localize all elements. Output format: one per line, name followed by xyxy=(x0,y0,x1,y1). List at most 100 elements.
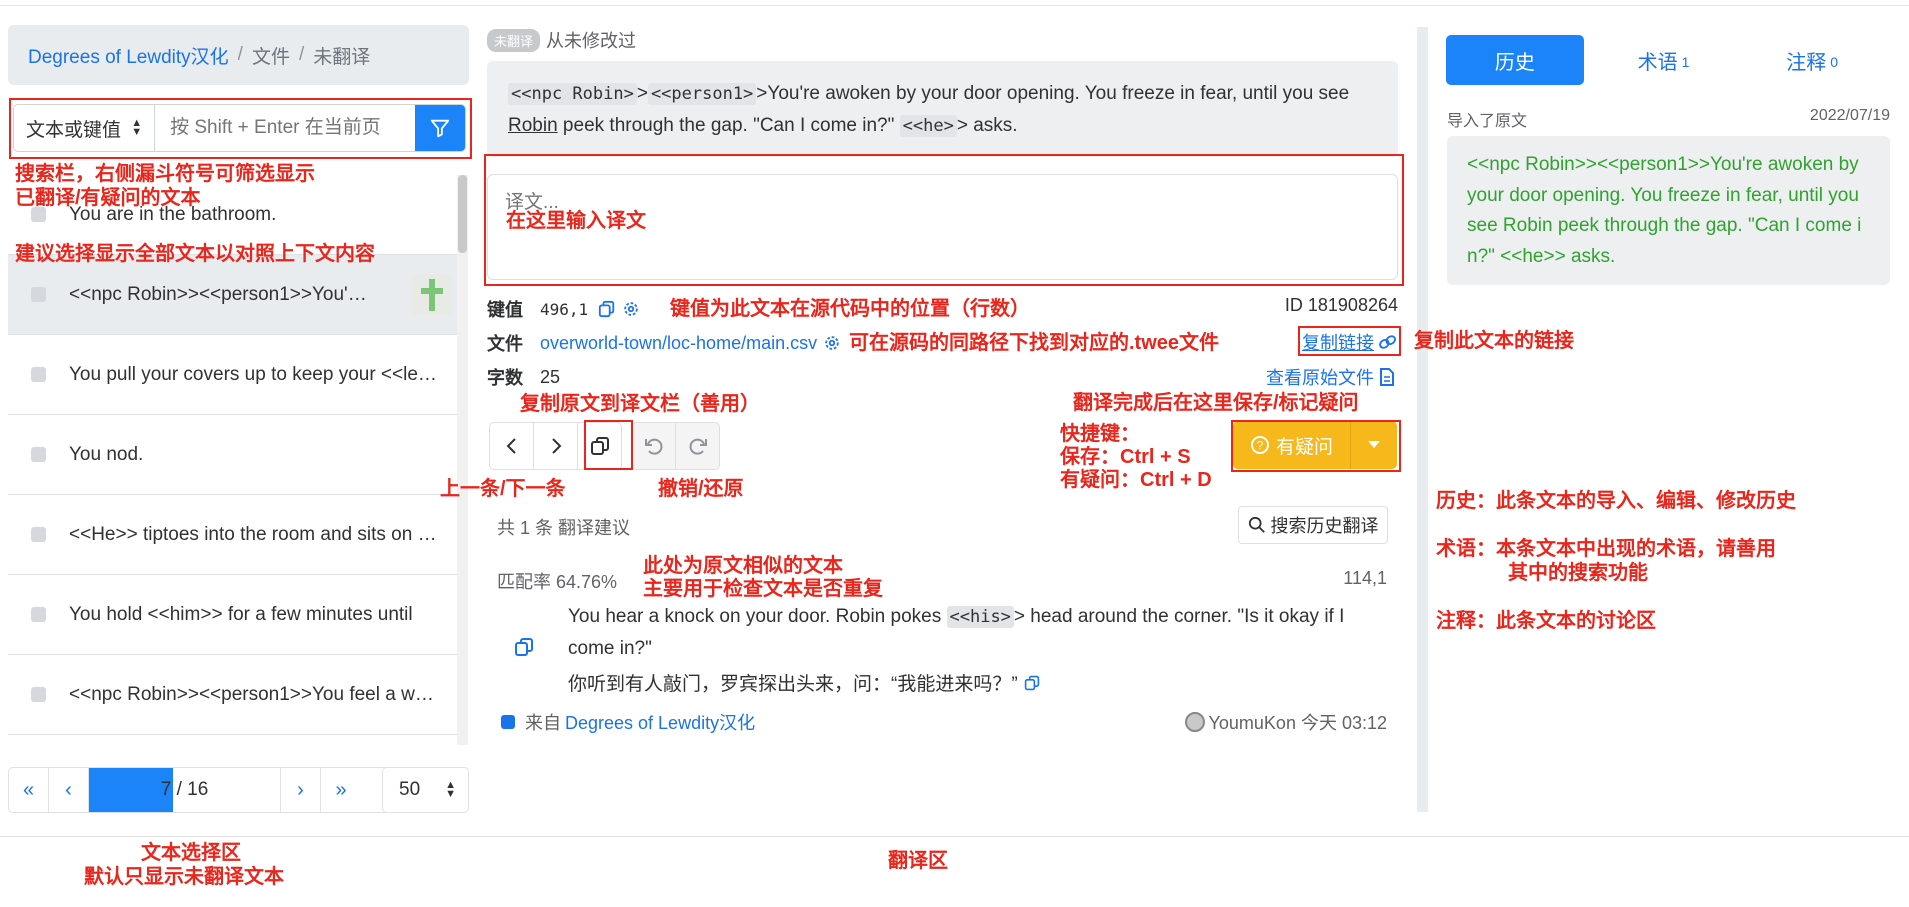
bottom-border xyxy=(0,836,1909,837)
history-header: 导入了原文 2022/07/19 xyxy=(1447,107,1890,131)
annotation-history-tip: 历史：此条文本的导入、编辑、修改历史 xyxy=(1436,490,1796,512)
annotation-box-copy xyxy=(584,420,633,470)
list-item[interactable]: You hold <<him>> for a few minutes until xyxy=(8,575,458,655)
item-checkbox[interactable] xyxy=(31,367,46,382)
document-icon xyxy=(1380,368,1394,386)
source-fragment: peek through the gap. "Can I come in?" xyxy=(557,115,900,136)
list-item[interactable]: <<He>> tiptoes into the room and sits on… xyxy=(8,495,458,575)
suggestion-source-text: You hear a knock on your door. Robin pok… xyxy=(568,601,1390,664)
list-item[interactable]: You nod. xyxy=(8,415,458,495)
copy-icon[interactable] xyxy=(598,300,616,318)
suggestion-fragment: You hear a knock on your door. Robin pok… xyxy=(568,606,947,627)
page-input[interactable]: 7 / 16 xyxy=(89,768,281,812)
match-position: 114,1 xyxy=(1343,568,1387,588)
list-item-text: You pull your covers up to keep your <<l… xyxy=(69,363,439,385)
search-icon xyxy=(1248,516,1265,533)
next-page-button[interactable]: › xyxy=(281,768,321,812)
breadcrumb-current: 未翻译 xyxy=(313,46,371,68)
item-checkbox[interactable] xyxy=(31,207,46,222)
top-border xyxy=(0,0,1909,6)
plus-icon xyxy=(421,279,443,311)
annotation-link-tip: 复制此文本的链接 xyxy=(1414,330,1574,352)
gear-icon[interactable] xyxy=(823,334,841,352)
annotation-nav-tip: 上一条/下一条 xyxy=(440,478,566,500)
history-action: 导入了原文 xyxy=(1447,113,1528,130)
annotation-box-question xyxy=(1231,420,1401,472)
annotation-shortcut-2: 保存：Ctrl + S xyxy=(1060,446,1191,468)
suggestion-tag: <<his> xyxy=(946,606,1014,628)
first-page-button[interactable]: « xyxy=(9,768,49,812)
translation-status: 未翻译 从未修改过 xyxy=(487,27,636,53)
count-row: 字数 25 xyxy=(487,362,560,392)
copy-icon xyxy=(515,638,533,656)
item-checkbox[interactable] xyxy=(31,687,46,702)
breadcrumb-separator: / xyxy=(298,44,305,65)
file-path-link[interactable]: overworld-town/loc-home/main.csv xyxy=(540,333,817,354)
annotation-shortcut-1: 快捷键： xyxy=(1060,423,1140,445)
next-entry-button[interactable] xyxy=(533,422,578,470)
item-checkbox[interactable] xyxy=(31,287,46,302)
annotation-list-tip: 建议选择显示全部文本以对照上下文内容 xyxy=(15,243,375,265)
item-checkbox[interactable] xyxy=(31,527,46,542)
list-item-selected[interactable]: <<npc Robin>><<person1>>You're awoken xyxy=(8,255,458,335)
suggestion-translation-text: 你听到有人敲门，罗宾探出头来，问：“我能进来吗？” xyxy=(568,674,1018,695)
prev-page-button[interactable]: ‹ xyxy=(49,768,89,812)
tab-comments[interactable]: 注释 0 xyxy=(1743,35,1881,85)
term-link[interactable]: Robin xyxy=(508,115,558,136)
count-label: 字数 xyxy=(487,368,523,388)
source-fragment: > xyxy=(636,83,648,104)
project-icon xyxy=(501,715,515,729)
annotation-term-tip-2: 其中的搜索功能 xyxy=(1508,562,1648,584)
annotation-box-search xyxy=(9,98,472,159)
annotation-left-area-1: 文本选择区 xyxy=(141,842,241,864)
panel-divider[interactable] xyxy=(1417,27,1428,812)
undo-button[interactable] xyxy=(631,422,676,470)
last-page-button[interactable]: » xyxy=(321,768,361,812)
side-tabs: 历史 术语 1 注释 0 xyxy=(1446,35,1892,85)
chevron-left-icon xyxy=(506,438,516,454)
file-label: 文件 xyxy=(487,334,523,354)
page-display: 7 / 16 xyxy=(160,779,209,800)
annotation-copy-tip: 复制原文到译文栏（善用） xyxy=(520,393,760,415)
list-item-text: <<npc Robin>><<person1>>You're awoken xyxy=(69,283,369,305)
source-fragment: > asks. xyxy=(956,115,1018,136)
add-term-button[interactable] xyxy=(412,275,452,315)
key-value: 496,1 xyxy=(540,299,589,319)
key-actions xyxy=(598,300,640,318)
redo-button[interactable] xyxy=(675,422,720,470)
status-badge: 未翻译 xyxy=(487,28,541,52)
apply-suggestion-button[interactable] xyxy=(514,637,534,663)
avatar xyxy=(1184,712,1205,732)
annotation-file-tip: 可在源码的同路径下找到对应的.twee文件 xyxy=(849,332,1220,354)
copy-icon[interactable] xyxy=(1024,675,1040,691)
list-item-text: You nod. xyxy=(69,443,144,465)
list-scrollbar[interactable] xyxy=(457,175,468,745)
list-item-text: <<npc Robin>><<person1>>You feel a weigh… xyxy=(69,683,439,705)
breadcrumb-project-link[interactable]: Degrees of Lewdity汉化 xyxy=(28,42,229,69)
view-source-link[interactable]: 查看原始文件 xyxy=(1266,364,1394,390)
item-checkbox[interactable] xyxy=(31,447,46,462)
per-page-select[interactable]: 50 ▲ ▼ xyxy=(382,767,469,813)
prev-entry-button[interactable] xyxy=(489,422,534,470)
list-item[interactable]: You pull your covers up to keep your <<l… xyxy=(8,335,458,415)
search-history-button[interactable]: 搜索历史翻译 xyxy=(1238,506,1388,544)
breadcrumb: Degrees of Lewdity汉化 / 文件 / 未翻译 xyxy=(8,25,469,85)
gear-icon[interactable] xyxy=(622,300,640,318)
source-tag: <<he> xyxy=(899,115,957,137)
list-item-text: <<He>> tiptoes into the room and sits on… xyxy=(69,523,439,545)
file-row: 文件 overworld-town/loc-home/main.csv xyxy=(487,328,841,358)
annotation-box-copylink xyxy=(1298,326,1401,356)
breadcrumb-folder[interactable]: 文件 xyxy=(252,42,290,69)
scrollbar-thumb[interactable] xyxy=(458,175,467,253)
from-project-link[interactable]: Degrees of Lewdity汉化 xyxy=(565,709,755,735)
tab-terms[interactable]: 术语 1 xyxy=(1595,35,1733,85)
breadcrumb-separator: / xyxy=(237,44,243,65)
tab-count: 0 xyxy=(1830,54,1839,70)
suggestion-author: YoumuKon 今天 03:12 xyxy=(1184,709,1387,735)
tab-label: 历史 xyxy=(1494,51,1535,74)
item-checkbox[interactable] xyxy=(31,607,46,622)
list-item[interactable]: <<npc Robin>><<person1>>You feel a weigh… xyxy=(8,655,458,735)
tab-label: 注释 xyxy=(1786,51,1827,74)
count-value: 25 xyxy=(540,366,561,387)
tab-history[interactable]: 历史 xyxy=(1446,35,1584,85)
